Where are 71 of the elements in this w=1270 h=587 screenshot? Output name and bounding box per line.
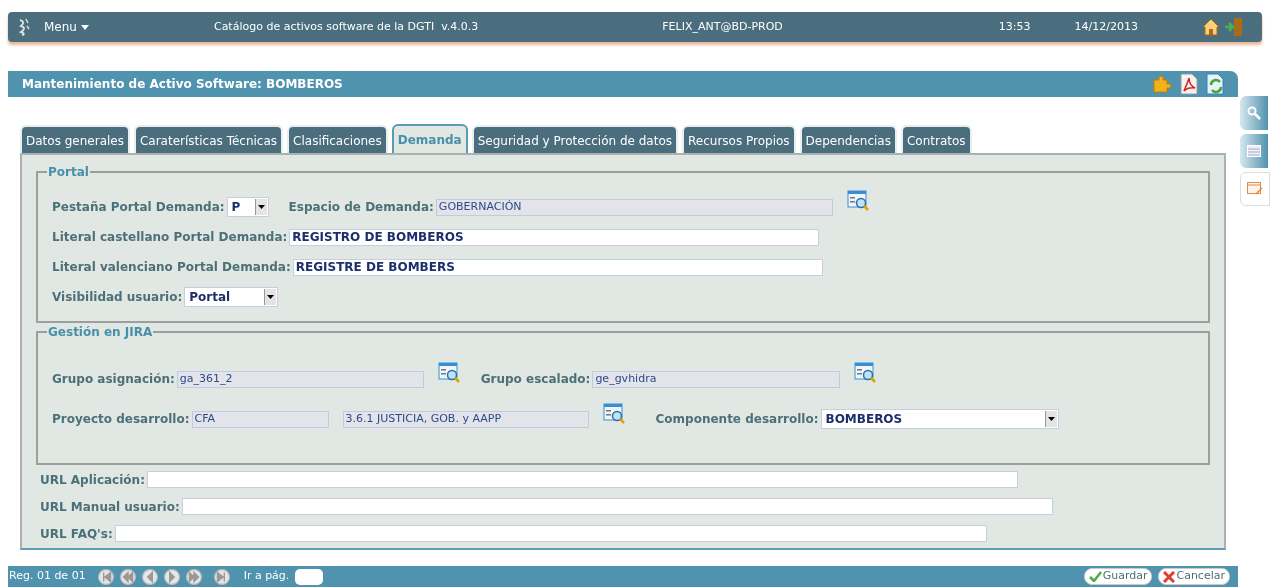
tab[interactable]: Datos generales: [20, 125, 130, 154]
field-label: URL Manual usuario:: [40, 498, 180, 516]
goto-page-label: Ir a pág.: [243, 568, 290, 585]
readonly-field[interactable]: CFA: [191, 410, 329, 428]
readonly-field[interactable]: ga_361_2: [176, 370, 424, 388]
previous-icon[interactable]: [141, 568, 158, 585]
section-legend: Gestión en JIRA: [47, 323, 154, 341]
checkmark-icon: [1088, 571, 1102, 582]
lookup-icon[interactable]: [854, 362, 878, 384]
lookup-icon[interactable]: [437, 362, 461, 384]
page-title: Mantenimiento de Activo Software: BOMBEROS: [22, 76, 343, 93]
save-button[interactable]: Guardar: [1083, 568, 1153, 585]
tab[interactable]: Caraterísticas Técnicas: [133, 125, 284, 154]
readonly-field[interactable]: ge_gvhidra: [592, 370, 841, 388]
lookup-icon[interactable]: [846, 190, 870, 212]
url-input[interactable]: [146, 471, 1018, 488]
field-label: Grupo escalado:: [480, 371, 591, 388]
text-field[interactable]: REGISTRO DE BOMBEROS: [289, 228, 820, 246]
clock-time: 13:53: [998, 18, 1031, 35]
readonly-field[interactable]: 3.6.1 JUSTICIA, GOB. y AAPP: [342, 410, 589, 428]
section-legend: Portal: [47, 163, 90, 181]
record-counter: Reg. 01 de 01: [9, 568, 86, 585]
field-label: Pestaña Portal Demanda:: [52, 199, 225, 216]
page-input[interactable]: [295, 568, 324, 585]
first-page-icon[interactable]: [97, 568, 114, 585]
home-icon[interactable]: [1201, 18, 1220, 36]
field-label: Componente desarrollo:: [655, 411, 819, 428]
edit-form-icon: [1247, 182, 1263, 196]
list-side-tab[interactable]: [1240, 134, 1268, 168]
field-label: Literal valenciano Portal Demanda:: [52, 259, 291, 276]
field-label: URL Aplicación:: [40, 471, 145, 489]
field-label: URL FAQ's:: [40, 525, 113, 543]
field-label: Visibilidad usuario:: [52, 289, 183, 306]
text-field[interactable]: REGISTRE DE BOMBERS: [292, 258, 823, 276]
fast-forward-icon[interactable]: [185, 568, 202, 585]
pdf-icon[interactable]: [1180, 73, 1198, 95]
tab[interactable]: Dependencias: [799, 125, 897, 154]
current-date: 14/12/2013: [1074, 18, 1138, 35]
url-input[interactable]: [114, 525, 987, 542]
refresh-document-icon[interactable]: [1206, 73, 1226, 95]
app-title: Catálogo de activos software de la DGTI v.4.0.3: [213, 18, 479, 35]
select-field[interactable]: BOMBEROS: [820, 409, 1059, 429]
tab[interactable]: Recursos Propios: [682, 125, 796, 154]
cancel-button[interactable]: Cancelar: [1158, 568, 1230, 585]
tab[interactable]: Demanda: [391, 124, 468, 154]
last-page-icon[interactable]: [213, 568, 230, 585]
caret-icon: [80, 24, 89, 30]
exit-door-icon[interactable]: [1223, 17, 1244, 37]
lookup-icon[interactable]: [602, 402, 626, 425]
menu-button[interactable]: Menu: [44, 18, 89, 36]
url-input[interactable]: [181, 498, 1053, 515]
field-label: Proyecto desarrollo:: [52, 411, 190, 428]
tab[interactable]: Contratos: [900, 125, 972, 154]
tab[interactable]: Clasificaciones: [287, 125, 388, 154]
close-icon: [1163, 570, 1176, 583]
field-label: Literal castellano Portal Demanda:: [52, 229, 288, 246]
tab[interactable]: Seguridad y Protección de datos: [471, 125, 678, 154]
table-icon: [1247, 145, 1261, 157]
field-label: Espacio de Demanda:: [288, 199, 434, 216]
next-icon[interactable]: [163, 568, 180, 585]
select-field[interactable]: Portal: [184, 287, 279, 307]
user-name: FELIX_ANT@BD-PROD: [662, 18, 783, 35]
search-icon: [1247, 106, 1261, 120]
rewind-icon[interactable]: [119, 568, 136, 585]
edit-side-tab[interactable]: [1240, 172, 1270, 206]
logo-icon: [18, 18, 30, 36]
puzzle-icon[interactable]: [1152, 74, 1172, 94]
select-field[interactable]: P: [226, 197, 269, 217]
field-label: Grupo asignación:: [52, 371, 175, 388]
search-side-tab[interactable]: [1240, 96, 1268, 130]
readonly-field[interactable]: GOBERNACIÓN: [435, 198, 833, 216]
